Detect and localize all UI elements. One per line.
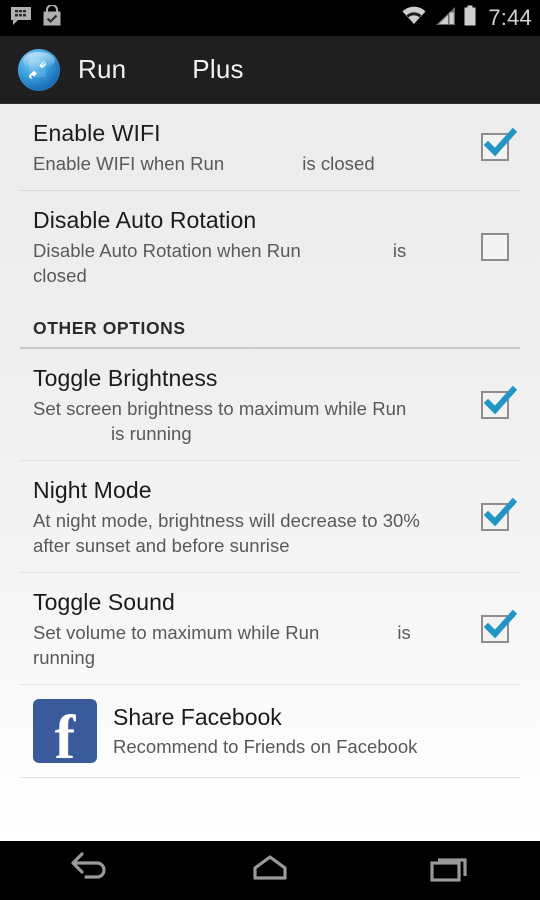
preference-title: Toggle Sound (33, 589, 175, 615)
preference-row-toggle-brightness[interactable]: Toggle Brightness Set screen brightness … (0, 349, 540, 460)
status-bar: 7:44 (0, 0, 540, 36)
wifi-icon (401, 6, 427, 31)
preference-summary-after: is running (111, 423, 192, 444)
preference-summary: Set volume to maximum while Run is runnin… (33, 620, 462, 670)
preference-summary: Enable WIFI when Run is closed (33, 151, 462, 176)
preference-texts: Toggle Sound Set volume to maximum while… (33, 587, 472, 670)
preference-row-share-facebook[interactable]: f Share Facebook Recommend to Friends on… (0, 685, 540, 777)
empty-banner-area (0, 778, 540, 838)
nav-recents-button[interactable] (360, 841, 540, 900)
checkbox-night-mode[interactable] (481, 497, 517, 531)
battery-icon (463, 5, 477, 32)
preference-row-enable-wifi[interactable]: Enable WIFI Enable WIFI when Run is close… (0, 104, 540, 190)
checkbox-toggle-sound[interactable] (481, 609, 517, 643)
nav-home-button[interactable] (180, 841, 360, 900)
preference-summary: At night mode, brightness will decrease … (33, 510, 420, 556)
preference-texts: Night Mode At night mode, brightness wil… (33, 475, 472, 558)
preference-texts: Toggle Brightness Set screen brightness … (33, 363, 472, 446)
bbm-messenger-icon (10, 5, 32, 32)
status-bar-system-icons: 7:44 (401, 5, 532, 32)
checkmark-icon (483, 497, 517, 526)
share-summary: Recommend to Friends on Facebook (113, 736, 418, 757)
preference-title: Disable Auto Rotation (33, 207, 257, 233)
recent-apps-icon (425, 852, 475, 889)
checkmark-icon (483, 127, 517, 157)
preference-summary-before: Set screen brightness to maximum while R… (33, 398, 407, 419)
home-icon (244, 852, 296, 889)
status-bar-clock: 7:44 (488, 5, 532, 30)
cellular-signal-icon (434, 6, 456, 31)
play-store-icon (42, 3, 62, 32)
preference-summary: Set screen brightness to maximum while R… (33, 396, 462, 446)
facebook-icon: f (33, 699, 97, 763)
preference-texts: Enable WIFI Enable WIFI when Run is close… (33, 118, 472, 176)
section-header-other-options: OTHER OPTIONS (33, 318, 186, 338)
phone-screen: 7:44 Run Plus Enable WIFI Enable WIFI wh… (0, 0, 540, 900)
preference-summary: Disable Auto Rotation when Run is closed (33, 238, 462, 288)
preference-texts: Disable Auto Rotation Disable Auto Rotat… (33, 205, 472, 288)
checkbox-toggle-brightness[interactable] (481, 385, 517, 419)
action-bar: Run Plus (0, 36, 540, 104)
nav-back-button[interactable] (0, 841, 180, 900)
app-tools-icon[interactable] (18, 48, 60, 91)
preference-summary-before: Enable WIFI when Run (33, 153, 225, 174)
preference-list[interactable]: Enable WIFI Enable WIFI when Run is close… (0, 104, 540, 841)
checkbox-disable-auto-rotation[interactable] (481, 232, 509, 261)
preference-checkbox-wrap[interactable] (472, 609, 518, 643)
checkbox-enable-wifi[interactable] (481, 127, 517, 161)
preference-title: Toggle Brightness (33, 365, 218, 391)
preference-title: Night Mode (33, 477, 152, 503)
facebook-glyph: f (54, 704, 76, 763)
checkmark-icon (483, 385, 517, 414)
preference-row-disable-auto-rotation[interactable]: Disable Auto Rotation Disable Auto Rotat… (0, 191, 540, 302)
preference-checkbox-wrap[interactable] (472, 127, 518, 161)
share-texts: Share Facebook Recommend to Friends on F… (113, 702, 417, 760)
status-bar-notifications (10, 3, 62, 32)
share-title: Share Facebook (113, 704, 282, 730)
preference-row-toggle-sound[interactable]: Toggle Sound Set volume to maximum while… (0, 573, 540, 684)
action-bar-title: Run (78, 54, 127, 84)
preference-summary-before: Set volume to maximum while Run (33, 622, 320, 643)
preference-title: Enable WIFI (33, 120, 161, 146)
back-icon (67, 852, 113, 889)
navigation-bar (0, 841, 540, 900)
checkmark-icon (483, 609, 517, 638)
preference-summary-before: Disable Auto Rotation when Run (33, 240, 301, 261)
action-bar-title-secondary: Plus (192, 54, 244, 84)
preference-row-night-mode[interactable]: Night Mode At night mode, brightness wil… (0, 461, 540, 572)
preference-checkbox-wrap[interactable] (472, 385, 518, 419)
preference-checkbox-wrap[interactable] (472, 497, 518, 531)
preference-summary-after: is closed (302, 153, 375, 174)
preference-checkbox-wrap[interactable] (472, 232, 518, 261)
